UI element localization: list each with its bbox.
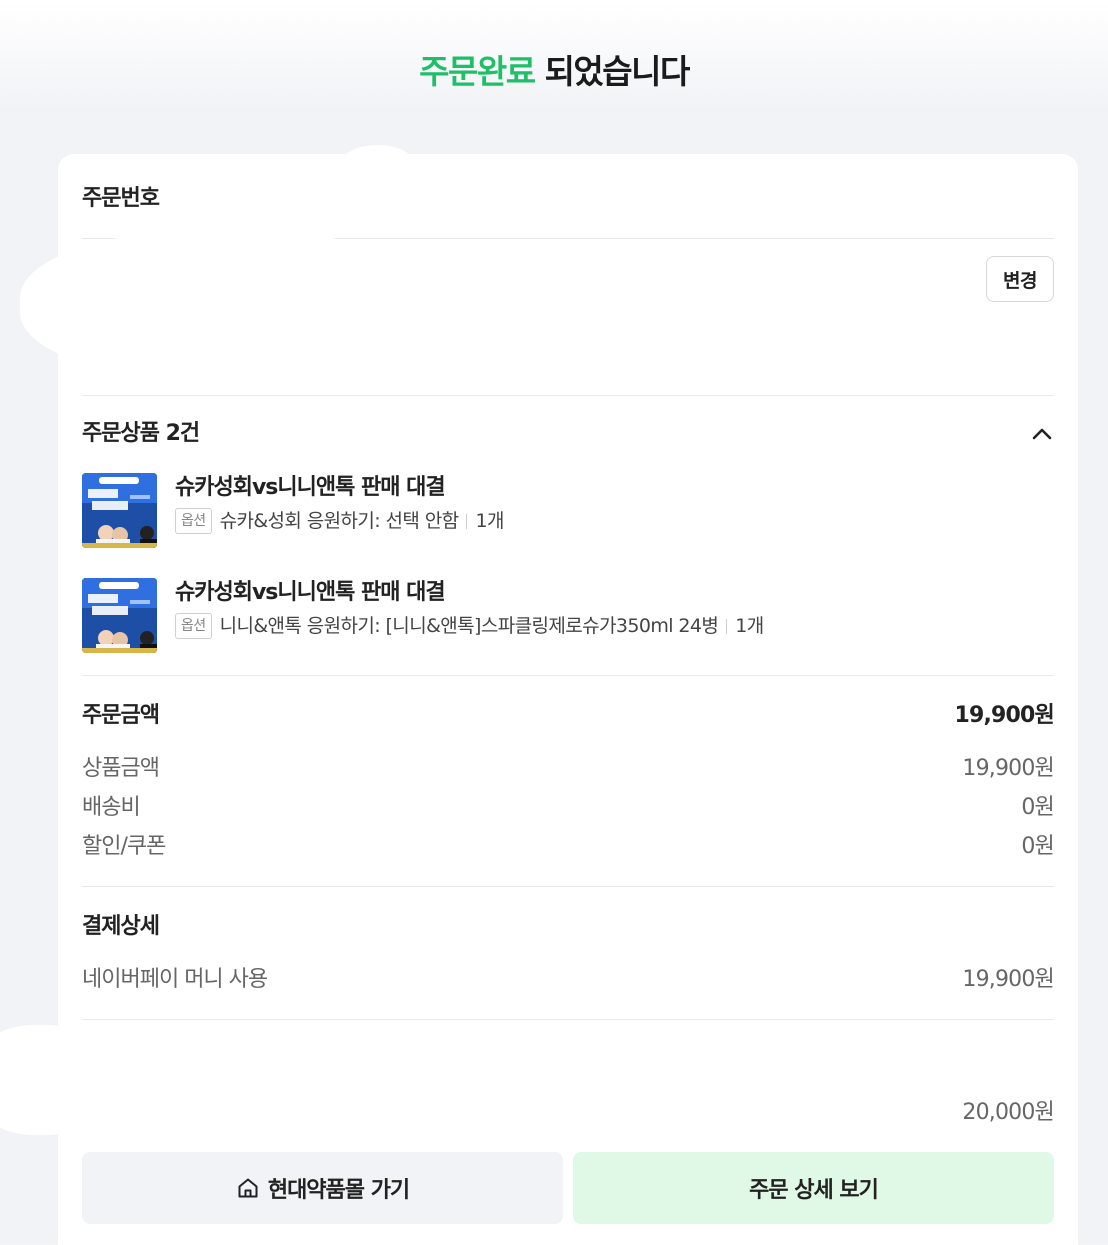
order-number-label: 주문번호 [82,186,160,211]
product-option: 옵션 니니&앤톡 응원하기: [니니&앤톡]스파클링제로슈가350ml 24병 … [175,613,764,639]
payment-detail-title: 결제상세 [82,914,160,939]
list-item[interactable]: 슈카성회vs니니앤톡 판매 대결 옵션 니니&앤톡 응원하기: [니니&앤톡]스… [82,578,1054,654]
chevron-up-icon[interactable] [1030,422,1054,446]
order-amount-title: 주문금액 [82,703,160,728]
option-badge: 옵션 [175,613,212,639]
go-to-mall-button[interactable]: 현대약품몰 가기 [82,1152,563,1224]
redaction-mask [0,1025,110,1135]
order-amount-total: 주문금액 19,900원 [82,701,1055,731]
order-detail-label: 주문 상세 보기 [749,1178,879,1203]
amount-row-discount: 할인/쿠폰 0원 [82,832,1055,862]
amount-label: 배송비 [82,795,141,820]
payment-method-row: 네이버페이 머니 사용 19,900원 [82,965,1055,995]
product-option: 옵션 슈카&성회 응원하기: 선택 안함 1개 [175,508,504,534]
change-address-button[interactable]: 변경 [986,256,1054,302]
amount-row-product: 상품금액 19,900원 [82,754,1055,784]
title-rest: 되었습니다 [534,52,691,91]
divider [82,1019,1054,1020]
page-header: 주문완료 되었습니다 [0,0,1108,145]
divider [82,886,1054,887]
option-quantity: 1개 [735,615,764,637]
amount-row-shipping: 배송비 0원 [82,793,1055,823]
order-items-title: 주문상품 2건 [82,421,200,446]
list-item[interactable]: 슈카성회vs니니앤톡 판매 대결 옵션 슈카&성회 응원하기: 선택 안함 1개 [82,473,1054,549]
order-detail-button[interactable]: 주문 상세 보기 [573,1152,1054,1224]
redaction-mask [340,145,415,185]
home-icon [238,1178,258,1198]
option-quantity: 1개 [475,510,504,532]
divider [726,618,728,634]
extra-amount-row: 20,000원 [82,1098,1054,1128]
divider [466,513,468,529]
option-badge: 옵션 [175,508,212,534]
redaction-mask [20,230,430,380]
product-thumbnail [82,578,157,653]
amount-label: 할인/쿠폰 [82,834,166,859]
amount-value: 0원 [1021,795,1054,820]
divider [82,395,1054,396]
option-text: 니니&앤톡 응원하기: [니니&앤톡]스파클링제로슈가350ml 24병 [219,615,719,637]
page-title: 주문완료 되었습니다 [0,50,1108,94]
product-thumbnail [82,473,157,548]
amount-value: 19,900원 [962,756,1054,781]
payment-method-label: 네이버페이 머니 사용 [82,967,268,992]
go-to-mall-label: 현대약품몰 가기 [267,1178,410,1203]
payment-method-value: 19,900원 [962,967,1054,992]
product-name: 슈카성회vs니니앤톡 판매 대결 [175,580,446,605]
option-text: 슈카&성회 응원하기: 선택 안함 [219,510,460,532]
extra-amount-value: 20,000원 [962,1100,1054,1125]
amount-label: 상품금액 [82,756,160,781]
amount-value: 0원 [1021,834,1054,859]
divider [82,675,1054,676]
title-accent: 주문완료 [419,52,536,91]
order-amount-value: 19,900원 [954,703,1054,728]
product-name: 슈카성회vs니니앤톡 판매 대결 [175,475,446,500]
